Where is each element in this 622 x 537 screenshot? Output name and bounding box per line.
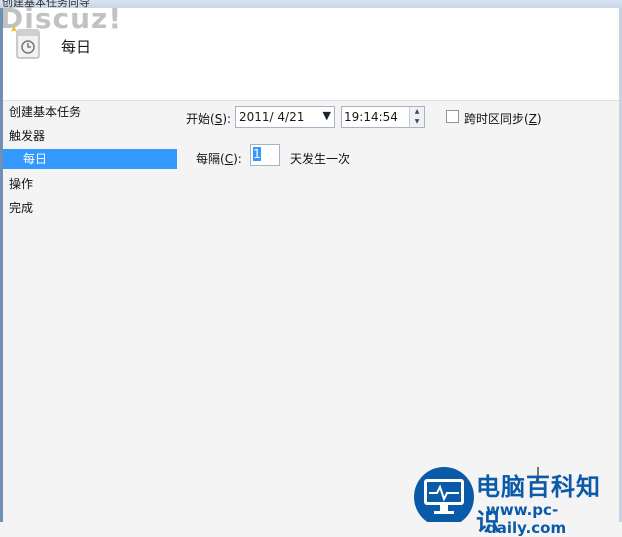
recur-unit-label: 天发生一次 — [290, 152, 351, 166]
start-date-value: 2011/ 4/21 — [239, 110, 305, 124]
start-time-value: 19:14:54 — [344, 110, 398, 124]
start-time-input[interactable]: 19:14:54 ▲ ▼ — [341, 106, 425, 128]
nav-step-label: 完成 — [9, 201, 34, 215]
time-spinner[interactable]: ▲ ▼ — [409, 107, 424, 127]
trigger-settings-panel: 开始(S): 2011/ 4/21 ▼ 19:14:54 ▲ ▼ 跨时区同步(Z… — [186, 100, 616, 460]
start-date-picker[interactable]: 2011/ 4/21 ▼ — [235, 106, 335, 128]
start-label: 开始(S): — [186, 112, 232, 126]
recur-label: 每隔(C): — [196, 152, 242, 166]
sync-timezone-checkbox[interactable] — [446, 110, 459, 123]
nav-step-label: 操作 — [9, 177, 34, 191]
sync-timezone-label: 跨时区同步(Z) — [464, 112, 542, 126]
nav-step-label: 创建基本任务 — [9, 105, 82, 119]
chevron-down-icon[interactable]: ▼ — [323, 109, 331, 122]
pc-daily-logo: 电脑百科知识 www.pc-daily.com — [414, 465, 622, 537]
monitor-logo-icon — [414, 467, 474, 522]
nav-step-finish[interactable]: 完成 — [3, 196, 179, 220]
nav-step-label: 每日 — [23, 152, 48, 166]
page-title: 每日 — [61, 38, 92, 56]
nav-step-daily[interactable]: 每日 — [3, 149, 177, 169]
recur-days-value: 1 — [253, 147, 261, 161]
nav-step-label: 触发器 — [9, 129, 46, 143]
nav-step-trigger[interactable]: 触发器 — [3, 124, 179, 148]
nav-step-create-basic-task[interactable]: 创建基本任务 — [3, 100, 179, 124]
recur-days-input[interactable]: 1 — [250, 144, 280, 166]
logo-url: www.pc-daily.com — [486, 501, 567, 537]
spin-up-icon[interactable]: ▲ — [410, 107, 424, 117]
spin-down-icon[interactable]: ▼ — [410, 117, 424, 127]
nav-step-action[interactable]: 操作 — [3, 172, 179, 196]
wizard-steps-nav: 创建基本任务 触发器 每日 操作 完成 — [3, 100, 179, 220]
discuz-watermark: Discuz! — [0, 2, 123, 35]
